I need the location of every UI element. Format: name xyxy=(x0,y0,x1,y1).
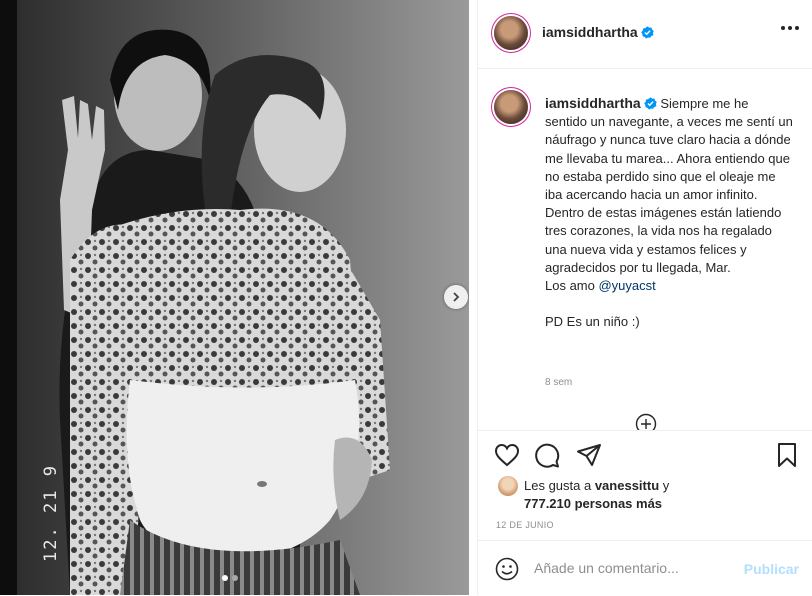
likes-count-link[interactable]: 777.210 personas más xyxy=(524,496,662,511)
comment-input[interactable] xyxy=(534,557,734,579)
caption-body: Siempre me he sentido un navegante, a ve… xyxy=(545,96,793,294)
post-photo[interactable]: 12. 21 9 xyxy=(0,0,469,595)
caption-ps: PD Es un niño :) xyxy=(545,314,640,330)
caption-author-avatar[interactable] xyxy=(494,90,528,124)
emoji-smiley-icon[interactable] xyxy=(495,557,519,581)
plus-circle-icon[interactable] xyxy=(635,413,657,430)
caption-text: iamsiddhartha Siempre me he sentido un n… xyxy=(545,94,793,332)
photo-date-stamp: 12. 21 9 xyxy=(41,464,61,562)
verified-badge-icon xyxy=(640,26,654,39)
paper-plane-icon[interactable] xyxy=(576,443,602,467)
post-header: iamsiddhartha xyxy=(478,0,812,69)
liker-avatar[interactable] xyxy=(498,476,518,496)
caption-area: iamsiddhartha Siempre me he sentido un n… xyxy=(478,68,812,430)
instagram-post-view: 12. 21 9 iamsiddhartha iamsiddhartha Sie… xyxy=(0,0,812,595)
carousel-indicator xyxy=(222,575,238,581)
more-options-icon[interactable] xyxy=(781,26,799,30)
carousel-next-button[interactable] xyxy=(444,285,468,309)
bookmark-icon[interactable] xyxy=(776,442,798,468)
likes-line-1: Les gusta a vanessittu y xyxy=(524,478,670,493)
comment-form: Publicar xyxy=(478,540,812,596)
liker-username-link[interactable]: vanessittu xyxy=(595,478,659,493)
post-actions-bar xyxy=(478,430,812,477)
author-avatar[interactable] xyxy=(494,16,528,50)
caption-username-link[interactable]: iamsiddhartha xyxy=(545,95,657,111)
heart-icon[interactable] xyxy=(494,443,520,467)
post-side-panel: iamsiddhartha iamsiddhartha Siempre me h… xyxy=(477,0,812,595)
post-photo-image xyxy=(0,0,469,595)
post-date[interactable]: 12 DE JUNIO xyxy=(496,520,554,530)
carousel-dot-active xyxy=(222,575,228,581)
comment-bubble-icon[interactable] xyxy=(534,443,560,469)
caption-time-ago[interactable]: 8 sem xyxy=(545,377,572,388)
publish-button[interactable]: Publicar xyxy=(744,561,799,577)
verified-badge-icon xyxy=(643,97,657,110)
author-username-link[interactable]: iamsiddhartha xyxy=(542,24,654,40)
carousel-dot xyxy=(232,575,238,581)
mention-link[interactable]: @yuyacst xyxy=(598,278,655,293)
chevron-right-icon xyxy=(453,292,460,302)
